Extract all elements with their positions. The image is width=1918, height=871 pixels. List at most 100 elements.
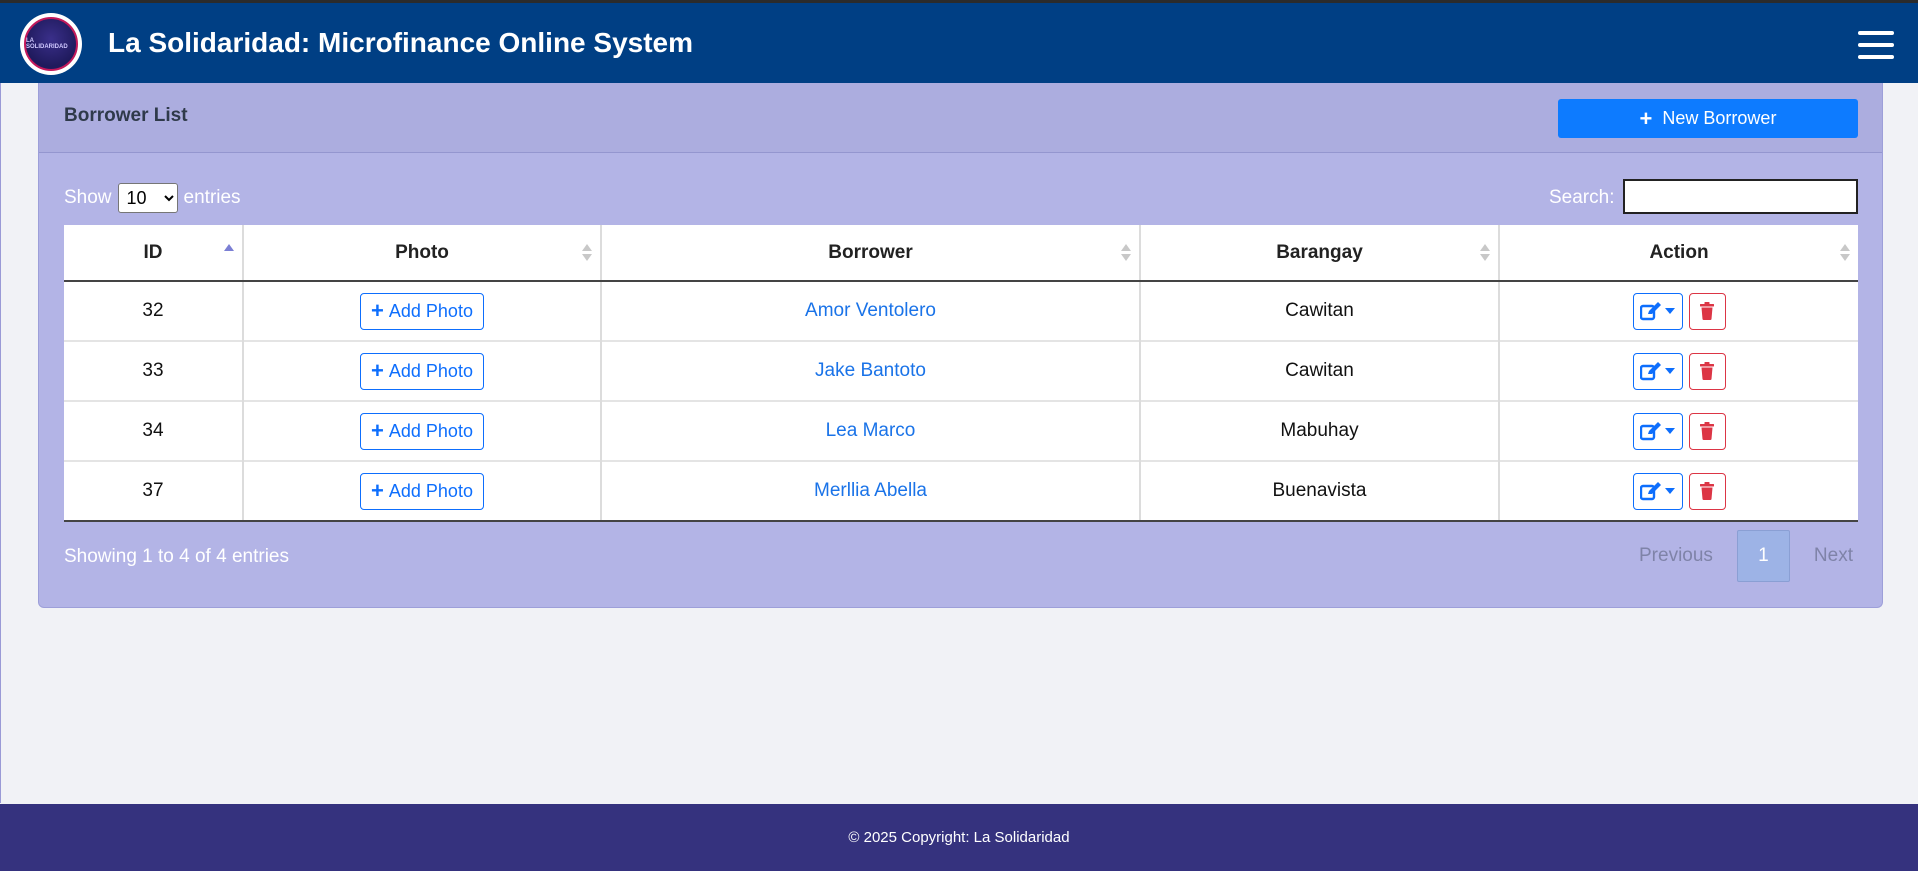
cell-borrower: Amor Ventolero [600,280,1140,341]
borrower-id: 33 [142,360,164,381]
borrower-name-link[interactable]: Lea Marco [826,420,916,441]
plus-icon: + [1639,105,1653,131]
sort-icon [582,244,592,264]
cell-barangay: Buenavista [1139,460,1499,522]
previous-page-button[interactable]: Previous [1639,545,1713,567]
chevron-down-icon [1665,308,1675,314]
cell-id: 34 [64,400,243,461]
edit-dropdown-button[interactable] [1632,292,1683,330]
cell-action [1498,460,1858,522]
cell-barangay: Cawitan [1139,340,1499,401]
row-actions [1632,352,1726,390]
sort-icon [1840,244,1850,264]
delete-button[interactable] [1688,472,1726,510]
sort-icon [1480,244,1490,264]
row-actions [1632,292,1726,330]
edit-dropdown-button[interactable] [1632,412,1683,450]
cell-borrower: Jake Bantoto [600,340,1140,401]
chevron-down-icon [1665,428,1675,434]
page-length-control: Show 102550100 entries [64,183,241,213]
cell-id: 37 [64,460,243,522]
header-id[interactable]: ID [64,225,243,282]
borrower-id: 32 [142,300,164,321]
edit-dropdown-button[interactable] [1632,352,1683,390]
copyright-text: © 2025 Copyright: La Solidaridad [848,829,1070,846]
borrower-name-link[interactable]: Jake Bantoto [815,360,926,381]
chevron-down-icon [1665,368,1675,374]
new-borrower-button[interactable]: + New Borrower [1558,99,1858,138]
add-photo-button[interactable]: + Add Photo [360,352,484,390]
plus-icon: + [371,478,384,503]
add-photo-label: Add Photo [388,300,473,321]
new-borrower-label: New Borrower [1662,108,1777,128]
barangay-name: Buenavista [1272,480,1367,501]
add-photo-button[interactable]: + Add Photo [360,412,484,450]
cell-borrower: Lea Marco [600,400,1140,461]
app-title: La Solidaridad: Microfinance Online Syst… [108,27,694,58]
header-barangay[interactable]: Barangay [1139,225,1499,282]
header-photo[interactable]: Photo [242,225,601,282]
cell-action [1498,400,1858,461]
page-length-select[interactable]: 102550100 [117,183,178,213]
header-label: Photo [395,241,449,263]
card-header: Borrower List + New Borrower [39,83,1882,153]
cell-barangay: Cawitan [1139,280,1499,341]
table-row: 34 + Add Photo Lea Marco Mabuhay [64,400,1858,461]
cell-photo: + Add Photo [242,460,601,522]
delete-button[interactable] [1688,412,1726,450]
plus-icon: + [371,298,384,323]
trash-icon [1700,422,1714,440]
logo-text: LA SOLIDARIDAD [26,38,68,50]
cell-id: 33 [64,340,243,401]
menu-bar [1858,55,1894,59]
chevron-down-icon [1665,488,1675,494]
cell-barangay: Mabuhay [1139,400,1499,461]
trash-icon [1700,302,1714,320]
card-title: Borrower List [64,105,188,126]
table-header-row: ID Photo Borrower Barangay Action [64,225,1858,282]
edit-icon [1640,422,1661,441]
edit-icon [1640,482,1661,501]
brand-logo[interactable]: LA SOLIDARIDAD [20,13,82,75]
borrower-id: 34 [142,420,164,441]
cell-borrower: Merllia Abella [600,460,1140,522]
table-body: 32 + Add Photo Amor Ventolero Cawitan 33 + Add … [64,280,1858,522]
table-row: 37 + Add Photo Merllia Abella Buenavista [64,460,1858,522]
navbar: LA SOLIDARIDAD La Solidaridad: Microfina… [0,3,1918,83]
next-page-button[interactable]: Next [1814,545,1853,567]
add-photo-label: Add Photo [388,420,473,441]
page-1-button[interactable]: 1 [1736,530,1790,582]
borrower-table: ID Photo Borrower Barangay Action 32 + Add… [64,225,1858,522]
sort-icon [1121,244,1131,264]
add-photo-button[interactable]: + Add Photo [360,472,484,510]
page-footer: © 2025 Copyright: La Solidaridad [0,804,1918,871]
hamburger-menu-icon[interactable] [1858,31,1894,59]
delete-button[interactable] [1688,292,1726,330]
cell-photo: + Add Photo [242,280,601,341]
menu-bar [1858,43,1894,47]
header-label: ID [143,241,163,263]
add-photo-button[interactable]: + Add Photo [360,292,484,330]
barangay-name: Cawitan [1285,360,1354,381]
header-action[interactable]: Action [1498,225,1858,282]
edit-dropdown-button[interactable] [1632,472,1683,510]
entries-label: entries [183,187,241,208]
logo-emblem: LA SOLIDARIDAD [24,17,78,71]
plus-icon: + [371,358,384,383]
borrower-name-link[interactable]: Amor Ventolero [805,300,936,321]
cell-photo: + Add Photo [242,400,601,461]
delete-button[interactable] [1688,352,1726,390]
header-borrower[interactable]: Borrower [600,225,1140,282]
sidebar-edge [0,83,1,803]
barangay-name: Mabuhay [1280,420,1359,441]
barangay-name: Cawitan [1285,300,1354,321]
borrower-name-link[interactable]: Merllia Abella [814,480,927,501]
cell-action [1498,280,1858,341]
add-photo-label: Add Photo [388,360,473,381]
header-label: Action [1649,241,1709,263]
search-input[interactable] [1623,179,1858,214]
sort-asc-icon [224,244,234,264]
row-actions [1632,412,1726,450]
table-row: 33 + Add Photo Jake Bantoto Cawitan [64,340,1858,401]
borrower-table-wrapper: ID Photo Borrower Barangay Action 32 + Add… [64,225,1858,522]
